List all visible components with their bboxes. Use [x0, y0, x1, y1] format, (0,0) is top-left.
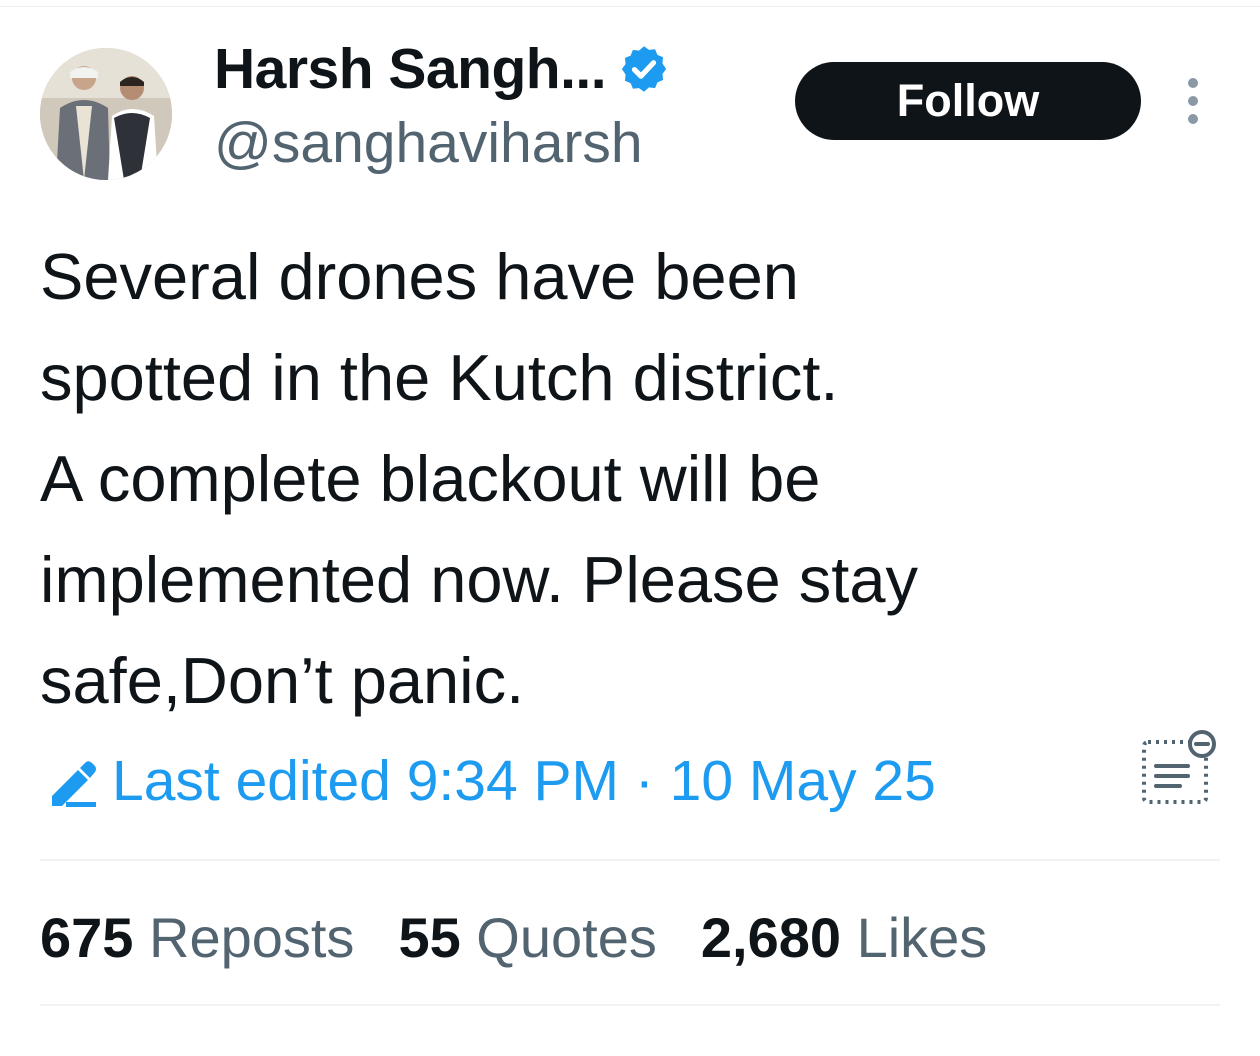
tweet-text-line: spotted in the Kutch district.: [40, 341, 839, 414]
more-vertical-icon[interactable]: [1176, 74, 1210, 128]
divider: [40, 1004, 1220, 1006]
author-handle[interactable]: @sanghaviharsh: [214, 110, 643, 176]
tweet-text-line: A complete blackout will be: [40, 442, 821, 515]
reposts-count: 675: [40, 906, 134, 969]
engagement-stats: 675 Reposts 55 Quotes 2,680 Likes: [40, 905, 1031, 970]
tweet-text-line: implemented now. Please stay: [40, 543, 918, 616]
likes-count: 2,680: [700, 906, 841, 969]
quotes-count: 55: [398, 906, 461, 969]
pencil-icon: [44, 752, 102, 810]
author-name-row: Harsh Sangh...: [214, 36, 670, 102]
follow-button[interactable]: Follow: [795, 62, 1141, 140]
quotes-label: Quotes: [476, 906, 657, 969]
author-display-name[interactable]: Harsh Sangh...: [214, 36, 607, 102]
avatar[interactable]: [40, 48, 172, 180]
tweet-text: Several drones have been spotted in the …: [40, 226, 1230, 731]
community-notes-icon[interactable]: [1138, 728, 1220, 810]
reposts-label: Reposts: [149, 906, 355, 969]
verified-badge-icon: [618, 43, 670, 95]
likes-stat[interactable]: 2,680 Likes: [701, 906, 987, 969]
reposts-stat[interactable]: 675 Reposts: [40, 906, 354, 969]
last-edited-link[interactable]: Last edited 9:34 PM · 10 May 25: [44, 748, 936, 814]
last-edited-text: Last edited 9:34 PM · 10 May 25: [112, 749, 936, 813]
likes-label: Likes: [856, 906, 988, 969]
top-divider: [0, 6, 1260, 7]
tweet-text-line: safe,Don’t panic.: [40, 644, 525, 717]
tweet-text-line: Several drones have been: [40, 240, 799, 313]
quotes-stat[interactable]: 55 Quotes: [398, 906, 656, 969]
divider: [40, 859, 1220, 861]
